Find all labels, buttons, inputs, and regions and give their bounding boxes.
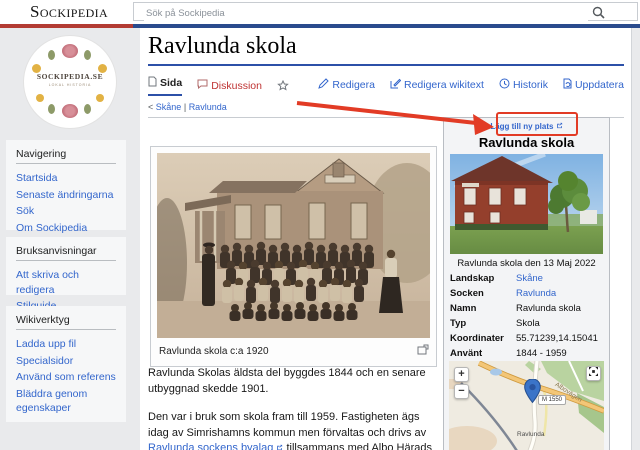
logo-flower-icon	[62, 104, 78, 118]
logo-leaf-icon	[84, 50, 91, 60]
heading-rule	[16, 163, 116, 164]
sidebar-heading: Bruksanvisningar	[6, 237, 126, 260]
map-zoom-in-button[interactable]: +	[454, 367, 469, 382]
speech-bubble-icon	[197, 79, 208, 92]
action-redigera-wikitext[interactable]: Redigera wikitext	[390, 78, 484, 96]
logo-title: SOCKIPEDIA.SE	[24, 72, 116, 81]
paragraph: Den var i bruk som skola fram till 1959.…	[148, 410, 440, 450]
external-link-icon	[556, 122, 563, 129]
road-ref-label: M 1550	[538, 395, 566, 405]
search-input[interactable]	[144, 5, 588, 22]
header-accent-red	[0, 24, 133, 28]
fullscreen-arrows-icon	[589, 367, 598, 376]
sidebar-item-specialsidor[interactable]: Specialsidor	[6, 353, 126, 370]
action-redigera[interactable]: Redigera	[318, 78, 375, 96]
heading-rule	[16, 260, 116, 261]
tab-sida[interactable]: Sida	[148, 76, 182, 96]
map-zoom-out-button[interactable]: −	[454, 384, 469, 399]
search-box[interactable]	[133, 2, 638, 21]
sidebar-section-wikiverktyg: Wikiverktyg Ladda upp fil Specialsidor A…	[6, 306, 126, 422]
location-map[interactable]: + − M 1550 Albovägen Ravlunda	[449, 361, 604, 450]
table-row: TypSkola	[450, 316, 603, 331]
pencil-icon	[318, 78, 329, 92]
tab-bar: Sida Diskussion Redigera Redigera wikite	[148, 76, 624, 96]
infobox-table: LandskapSkåne SockenRavlunda NamnRavlund…	[450, 271, 603, 361]
school-photo-2022[interactable]	[450, 154, 603, 254]
table-row: Använt1844 - 1959	[450, 346, 603, 361]
value-link-skane[interactable]: Skåne	[516, 273, 543, 284]
map-fullscreen-button[interactable]	[586, 366, 601, 381]
sidebar-heading: Wikiverktyg	[6, 306, 126, 329]
infobox-ravlunda-skola: Lägg till ny plats Ravlunda skola	[443, 117, 610, 450]
sidebar-item-anvand-som-referens[interactable]: Använd som referens	[6, 369, 126, 386]
clock-icon	[499, 78, 510, 92]
logo-leaf-icon	[84, 104, 91, 114]
site-logo[interactable]: SOCKIPEDIA.SE LOKAL HISTORIA	[24, 36, 116, 128]
action-uppdatera[interactable]: Uppdatera	[563, 78, 624, 96]
add-place-link[interactable]: Lägg till ny plats	[444, 122, 609, 131]
search-icon[interactable]	[592, 6, 605, 24]
breadcrumb-link-ravlunda[interactable]: Ravlunda	[189, 102, 227, 112]
historic-school-photo	[157, 153, 430, 338]
pencil-square-icon	[390, 78, 401, 92]
refresh-page-icon	[563, 78, 572, 92]
sidebar-item-bladdra-genom-egenskaper[interactable]: Bläddra genom egenskaper	[6, 386, 126, 417]
infobox-photo-caption: Ravlunda skola den 13 Maj 2022	[444, 258, 609, 269]
sidebar-item-startsida[interactable]: Startsida	[6, 170, 126, 187]
sidebar-section-bruksanvisningar: Bruksanvisningar Att skriva och redigera…	[6, 237, 126, 295]
logo-leaf-icon	[48, 104, 55, 114]
table-row: NamnRavlunda skola	[450, 301, 603, 316]
logo-flower-icon	[36, 94, 44, 102]
sidebar-item-att-skriva[interactable]: Att skriva och redigera	[6, 267, 126, 298]
image-caption: Ravlunda skola c:a 1920	[159, 346, 269, 357]
article-body: Ravlunda Skolas äldsta del byggdes 1844 …	[148, 366, 440, 450]
site-wordmark[interactable]: Sockipedia	[30, 2, 108, 22]
top-header: Sockipedia	[0, 0, 640, 24]
table-row: LandskapSkåne	[450, 271, 603, 286]
breadcrumb-link-skane[interactable]: Skåne	[156, 102, 182, 112]
value-link-ravlunda[interactable]: Ravlunda	[516, 288, 556, 299]
table-row: SockenRavlunda	[450, 286, 603, 301]
logo-leaf-icon	[48, 50, 55, 60]
tab-diskussion[interactable]: Diskussion	[197, 79, 262, 96]
page-title: Ravlunda skola	[148, 33, 624, 66]
infobox-title: Ravlunda skola	[444, 135, 609, 150]
external-link-byalag[interactable]: Ravlunda sockens byalag	[148, 442, 273, 450]
table-row: Koordinater55.71239,14.15041	[450, 331, 603, 346]
logo-flower-icon	[96, 94, 104, 102]
logo-subtitle: LOKAL HISTORIA	[24, 83, 116, 87]
sidebar-section-navigation: Navigering Startsida Senaste ändringarna…	[6, 140, 126, 230]
paragraph: Ravlunda Skolas äldsta del byggdes 1844 …	[148, 366, 440, 397]
logo-flower-icon	[62, 44, 78, 58]
external-link-icon	[273, 442, 283, 450]
sidebar-item-om-sockipedia[interactable]: Om Sockipedia	[6, 220, 126, 237]
heading-rule	[16, 329, 116, 330]
sidebar-item-sok[interactable]: Sök	[6, 203, 126, 220]
breadcrumb: < Skåne | Ravlunda	[148, 102, 227, 112]
sidebar-heading: Navigering	[6, 140, 126, 163]
watch-star-icon[interactable]	[277, 80, 289, 96]
article-image-frame[interactable]: Ravlunda skola c:a 1920	[150, 146, 437, 367]
sockipedia-page: Sockipedia SOCKIPEDIA.SE LOKAL HISTORIA …	[0, 0, 640, 450]
page-icon	[148, 76, 157, 90]
place-label: Ravlunda	[517, 431, 544, 438]
sidebar-item-ladda-upp-fil[interactable]: Ladda upp fil	[6, 336, 126, 353]
action-historik[interactable]: Historik	[499, 78, 548, 96]
sidebar-item-senaste-andringarna[interactable]: Senaste ändringarna	[6, 187, 126, 204]
expand-image-icon[interactable]	[417, 344, 429, 358]
